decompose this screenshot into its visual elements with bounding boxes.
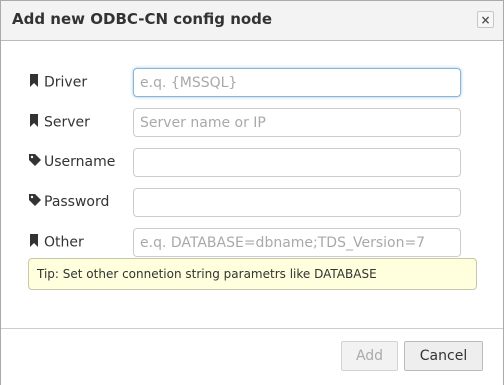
driver-row: Driver bbox=[29, 68, 469, 98]
close-icon: × bbox=[480, 13, 491, 27]
other-input[interactable] bbox=[133, 228, 461, 257]
username-row: Username bbox=[29, 148, 469, 178]
server-row: Server bbox=[29, 108, 469, 138]
other-label: Other bbox=[29, 234, 131, 251]
password-label-text: Password bbox=[44, 194, 110, 210]
server-label-text: Server bbox=[44, 114, 90, 131]
driver-label: Driver bbox=[29, 74, 131, 91]
username-input[interactable] bbox=[133, 148, 461, 177]
dialog-title: Add new ODBC-CN config node bbox=[12, 10, 273, 28]
other-label-text: Other bbox=[44, 234, 84, 251]
password-row: Password bbox=[29, 188, 469, 218]
driver-input[interactable] bbox=[133, 68, 461, 97]
bookmark-icon bbox=[29, 74, 44, 91]
tag-icon bbox=[29, 194, 44, 210]
bookmark-icon bbox=[29, 234, 44, 251]
bookmark-icon bbox=[29, 114, 44, 131]
tag-icon bbox=[29, 154, 44, 170]
password-input[interactable] bbox=[133, 188, 461, 217]
username-label-text: Username bbox=[44, 154, 116, 170]
server-input[interactable] bbox=[133, 108, 461, 137]
close-button[interactable]: × bbox=[477, 11, 494, 28]
add-button[interactable]: Add bbox=[341, 341, 398, 371]
driver-label-text: Driver bbox=[44, 74, 88, 91]
config-node-dialog: Add new ODBC-CN config node × Driver Ser… bbox=[0, 0, 504, 385]
dialog-footer: Add Cancel bbox=[1, 328, 503, 385]
cancel-button[interactable]: Cancel bbox=[404, 341, 483, 371]
username-label: Username bbox=[29, 154, 131, 170]
tip-box: Tip: Set other connetion string parametr… bbox=[28, 258, 477, 290]
dialog-titlebar[interactable]: Add new ODBC-CN config node × bbox=[1, 1, 503, 41]
password-label: Password bbox=[29, 194, 131, 210]
other-row: Other bbox=[29, 228, 469, 258]
server-label: Server bbox=[29, 114, 131, 131]
